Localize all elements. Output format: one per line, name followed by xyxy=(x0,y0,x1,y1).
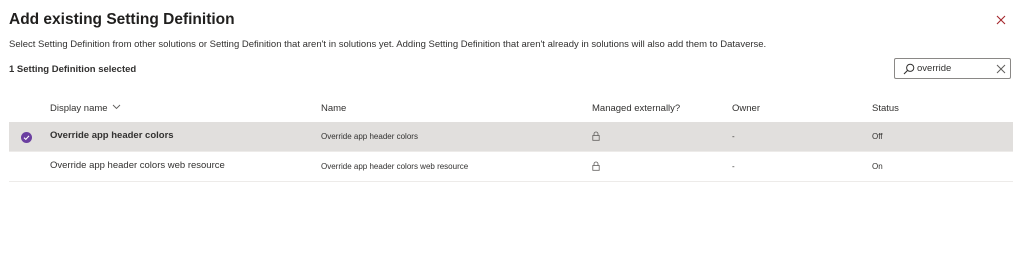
table-row[interactable]: Override app header colors Override app … xyxy=(9,122,1013,152)
selection-count: 1 Setting Definition selected xyxy=(9,64,137,75)
column-header-name[interactable]: Name xyxy=(321,103,346,115)
checkmark-circle-icon[interactable] xyxy=(21,132,32,143)
lock-icon xyxy=(592,161,600,171)
column-header-label: Display name xyxy=(50,103,108,114)
row-display-name: Override app header colors web resource xyxy=(50,160,225,171)
table-row[interactable]: Override app header colors web resource … xyxy=(9,152,1013,182)
clear-search-icon[interactable] xyxy=(996,64,1006,74)
row-name: Override app header colors web resource xyxy=(321,162,469,171)
column-header-managed-externally[interactable]: Managed externally? xyxy=(592,103,680,115)
setting-definitions-grid: Display name Name Managed externally? Ow… xyxy=(9,94,1013,182)
dialog-description: Select Setting Definition from other sol… xyxy=(9,39,767,50)
row-status: On xyxy=(872,162,883,171)
search-icon xyxy=(903,63,915,75)
row-display-name: Override app header colors xyxy=(50,130,174,141)
column-header-owner[interactable]: Owner xyxy=(732,103,760,115)
grid-header: Display name Name Managed externally? Ow… xyxy=(9,94,1013,122)
close-button[interactable] xyxy=(993,12,1009,28)
lock-icon xyxy=(592,131,600,141)
row-status: Off xyxy=(872,132,883,141)
chevron-down-icon xyxy=(112,105,120,110)
row-name: Override app header colors xyxy=(321,132,418,141)
search-box[interactable] xyxy=(894,58,1011,79)
column-header-status[interactable]: Status xyxy=(872,103,899,115)
dialog-title: Add existing Setting Definition xyxy=(9,11,235,28)
row-owner: - xyxy=(732,132,735,141)
column-header-display-name[interactable]: Display name xyxy=(50,103,121,115)
row-owner: - xyxy=(732,162,735,171)
search-input[interactable] xyxy=(917,61,983,76)
close-icon xyxy=(996,15,1006,25)
